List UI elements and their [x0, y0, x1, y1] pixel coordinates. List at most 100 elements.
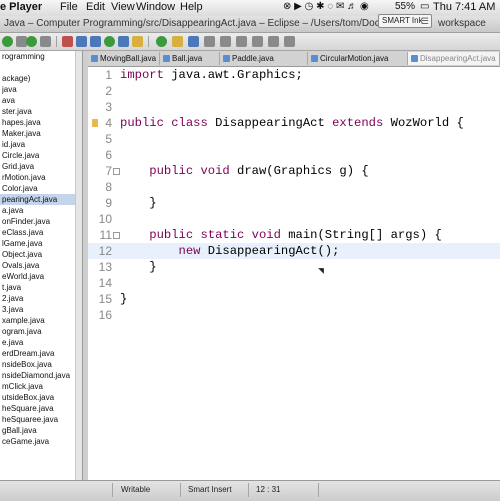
explorer-item[interactable]: t.java — [0, 282, 82, 293]
open-type-icon[interactable] — [132, 36, 143, 47]
explorer-item[interactable]: xample.java — [0, 315, 82, 326]
explorer-item[interactable]: utsideBox.java — [0, 392, 82, 403]
line-number: 12 — [98, 244, 112, 258]
menu-view[interactable]: View — [111, 1, 135, 13]
back-icon[interactable] — [252, 36, 263, 47]
external-tools-icon[interactable] — [62, 36, 73, 47]
forward-icon[interactable] — [268, 36, 279, 47]
code-line[interactable]: 8 — [88, 179, 500, 195]
explorer-item[interactable]: Ovals.java — [0, 260, 82, 271]
explorer-item[interactable]: 3.java — [0, 304, 82, 315]
annotation-next-icon[interactable] — [204, 36, 215, 47]
package-explorer: rogramming ackage) java ava ster.java hapes.j… — [0, 51, 83, 480]
code-line[interactable]: 6 — [88, 147, 500, 163]
code-line[interactable]: 7 public void draw(Graphics g) { — [88, 163, 500, 179]
menu-file[interactable]: File — [60, 1, 78, 13]
code-line[interactable]: 4 public class DisappearingAct extends Wo… — [88, 115, 500, 131]
annotation-prev-icon[interactable] — [220, 36, 231, 47]
explorer-item[interactable]: erdDream.java — [0, 348, 82, 359]
run-icon[interactable] — [26, 36, 37, 47]
smart-ink-widget[interactable]: SMART Ink ☰ — [378, 14, 432, 28]
search-icon[interactable] — [172, 36, 183, 47]
code-line[interactable]: 13 } — [88, 259, 500, 275]
tab-disappearing-act[interactable]: DisappearingAct.java — [408, 52, 500, 65]
explorer-item[interactable]: onFinder.java — [0, 216, 82, 227]
code-line[interactable]: 12 new DisappearingAct(); — [88, 243, 500, 259]
toggle-mark-icon[interactable] — [188, 36, 199, 47]
status-divider — [180, 483, 181, 497]
code-line[interactable]: 14 — [88, 275, 500, 291]
explorer-item[interactable]: eClass.java — [0, 227, 82, 238]
keyword: public class — [120, 116, 208, 130]
tab-ball[interactable]: Ball.java — [160, 52, 220, 65]
tab-circular-motion[interactable]: CircularMotion.java — [308, 52, 408, 65]
explorer-item[interactable]: rogramming — [0, 51, 82, 62]
explorer-item[interactable]: Object.java — [0, 249, 82, 260]
code-line[interactable]: 15} — [88, 291, 500, 307]
code-line[interactable]: 10 — [88, 211, 500, 227]
explorer-item[interactable]: pearingAct.java — [0, 194, 82, 205]
explorer-item[interactable]: nsideBox.java — [0, 359, 82, 370]
forward-dropdown-icon[interactable] — [284, 36, 295, 47]
tab-paddle[interactable]: Paddle.java — [220, 52, 308, 65]
menu-window[interactable]: Window — [136, 1, 175, 13]
code-line[interactable]: 9 } — [88, 195, 500, 211]
explorer-item[interactable]: ster.java — [0, 106, 82, 117]
open-task-icon[interactable] — [156, 36, 167, 47]
explorer-item[interactable]: hapes.java — [0, 117, 82, 128]
code-line[interactable]: 16 — [88, 307, 500, 323]
explorer-item[interactable]: nsideDiamond.java — [0, 370, 82, 381]
code-line[interactable]: 3 — [88, 99, 500, 115]
explorer-item[interactable]: heSquare.java — [0, 403, 82, 414]
run-dropdown-icon[interactable] — [40, 36, 51, 47]
code-editor[interactable]: 1 import java.awt.Graphics; 2 3 4 public clas… — [88, 67, 500, 480]
code-line[interactable]: 5 — [88, 131, 500, 147]
explorer-item[interactable]: mClick.java — [0, 381, 82, 392]
explorer-item[interactable]: 2.java — [0, 293, 82, 304]
explorer-item[interactable]: ogram.java — [0, 326, 82, 337]
explorer-item[interactable]: Circle.java — [0, 150, 82, 161]
last-edit-icon[interactable] — [236, 36, 247, 47]
explorer-item[interactable]: e.java — [0, 337, 82, 348]
debug-icon[interactable] — [2, 36, 13, 47]
explorer-item[interactable]: java — [0, 84, 82, 95]
new-interface-icon[interactable] — [118, 36, 129, 47]
app-menu[interactable]: e Player — [0, 1, 42, 13]
clock[interactable]: Thu 7:41 AM — [433, 1, 495, 13]
menu-edit[interactable]: Edit — [86, 1, 105, 13]
explorer-item[interactable]: ceGame.java — [0, 436, 82, 447]
new-package-icon[interactable] — [90, 36, 101, 47]
battery-percent[interactable]: 55% — [395, 1, 415, 12]
fold-toggle-icon[interactable] — [113, 168, 120, 175]
fold-toggle-icon[interactable] — [113, 232, 120, 239]
explorer-item[interactable]: Grid.java — [0, 161, 82, 172]
explorer-item[interactable]: a.java — [0, 205, 82, 216]
explorer-item[interactable] — [0, 62, 82, 73]
explorer-item[interactable]: gBall.java — [0, 425, 82, 436]
status-icons[interactable]: ⊗ ▶ ◷ ✱ ◌ ✉ ♬ ◉ — [283, 1, 369, 12]
smart-ink-menu-icon[interactable]: ☰ — [421, 15, 429, 27]
tab-label: Ball.java — [172, 54, 203, 63]
explorer-item[interactable]: id.java — [0, 139, 82, 150]
code-text: } — [120, 292, 128, 306]
explorer-scrollbar[interactable] — [75, 51, 82, 480]
explorer-item[interactable]: ackage) — [0, 73, 82, 84]
new-java-project-icon[interactable] — [76, 36, 87, 47]
explorer-item[interactable]: rMotion.java — [0, 172, 82, 183]
warning-marker-icon[interactable] — [92, 119, 98, 127]
code-text: public static void main(String[] args) { — [120, 228, 442, 242]
code-line[interactable]: 2 — [88, 83, 500, 99]
code-line[interactable]: 11 public static void main(String[] args… — [88, 227, 500, 243]
tab-moving-ball[interactable]: MovingBall.java — [88, 52, 160, 65]
code-line[interactable]: 1 import java.awt.Graphics; — [88, 67, 500, 83]
keyword: public void — [120, 164, 230, 178]
explorer-item[interactable]: ava — [0, 95, 82, 106]
new-class-icon[interactable] — [104, 36, 115, 47]
explorer-item[interactable]: eWorld.java — [0, 271, 82, 282]
explorer-item[interactable]: Color.java — [0, 183, 82, 194]
menu-help[interactable]: Help — [180, 1, 203, 13]
explorer-item[interactable]: heSquaree.java — [0, 414, 82, 425]
explorer-item[interactable]: Maker.java — [0, 128, 82, 139]
toolbar-separator — [56, 36, 57, 47]
explorer-item[interactable]: lGame.java — [0, 238, 82, 249]
